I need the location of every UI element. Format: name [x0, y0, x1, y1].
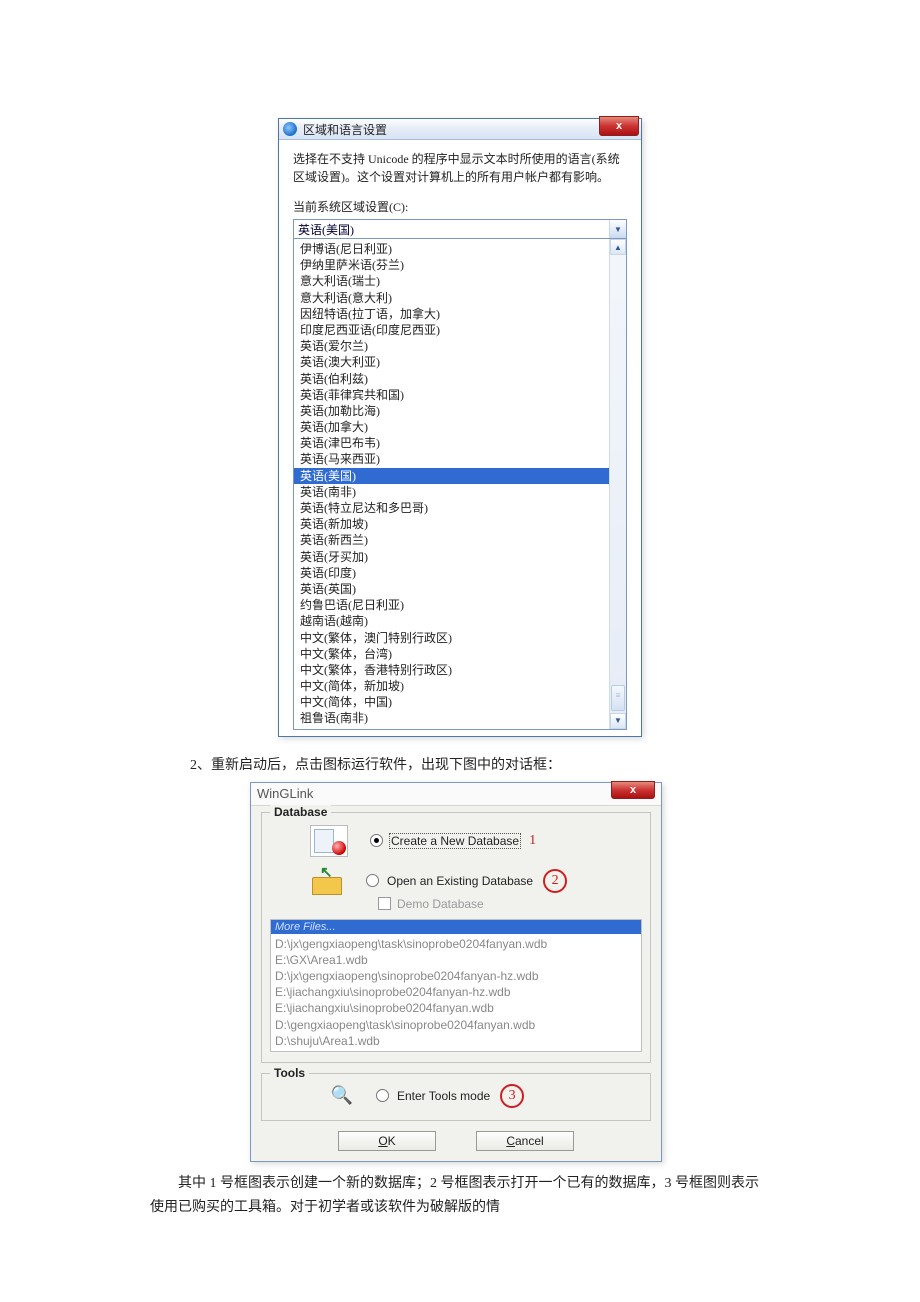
locale-option[interactable]: 英语(澳大利亚) [294, 354, 609, 370]
locale-option[interactable]: 越南语(越南) [294, 613, 609, 629]
open-db-radio[interactable]: Open an Existing Database [366, 873, 535, 889]
winglink-dialog: WinGLink x Database Create a New Databas… [250, 782, 662, 1162]
radio-icon [370, 834, 383, 847]
locale-combobox[interactable]: 英语(美国) ▼ [293, 219, 627, 239]
locale-option[interactable]: 伊纳里萨米语(芬兰) [294, 257, 609, 273]
winglink-titlebar: WinGLink x [251, 783, 661, 806]
open-db-icon [310, 867, 344, 895]
tools-row: 🔍 Enter Tools mode 3 [330, 1084, 642, 1108]
recent-files-header[interactable]: More Files... [271, 920, 641, 934]
locale-option[interactable]: 印度尼西亚语(印度尼西亚) [294, 322, 609, 338]
database-legend: Database [270, 805, 331, 819]
locale-option[interactable]: 英语(英国) [294, 581, 609, 597]
recent-file-item[interactable]: E:\jiachangxiu\sinoprobe0204fanyan.wdb [275, 1000, 637, 1016]
locale-option[interactable]: 中文(简体，新加坡) [294, 678, 609, 694]
locale-option[interactable]: 意大利语(意大利) [294, 290, 609, 306]
radio-icon [376, 1089, 389, 1102]
dialog-title: 区域和语言设置 [303, 121, 387, 138]
create-db-row: Create a New Database 1 [310, 825, 642, 857]
recent-file-item[interactable]: D:\shuju\Area1.wdb [275, 1033, 637, 1049]
locale-option[interactable]: 英语(爱尔兰) [294, 338, 609, 354]
locale-option[interactable]: 中文(繁体，澳门特别行政区) [294, 630, 609, 646]
recent-files-box: More Files... D:\jx\gengxiaopeng\task\si… [270, 919, 642, 1052]
locale-option-list[interactable]: 伊博语(尼日利亚)伊纳里萨米语(芬兰)意大利语(瑞士)意大利语(意大利)因纽特语… [294, 239, 609, 729]
create-db-radio[interactable]: Create a New Database [370, 833, 521, 849]
callout-3: 3 [500, 1084, 524, 1108]
recent-file-item[interactable]: D:\jx\gengxiaopeng\task\sinoprobe0204fan… [275, 936, 637, 952]
locale-option[interactable]: 中文(繁体，香港特别行政区) [294, 662, 609, 678]
explanation-paragraph: 其中 1 号框图表示创建一个新的数据库；2 号框图表示打开一个已有的数据库，3 … [150, 1172, 770, 1220]
instruction-step-2: 2、重新启动后，点击图标运行软件，出现下图中的对话框： [190, 755, 750, 776]
recent-file-item[interactable]: E:\jiachangxiu\sinoprobe0204fanyan-hz.wd… [275, 984, 637, 1000]
locale-option[interactable]: 约鲁巴语(尼日利亚) [294, 597, 609, 613]
tools-group: Tools 🔍 Enter Tools mode 3 [261, 1073, 651, 1121]
globe-icon [283, 122, 297, 136]
scroll-up-icon[interactable]: ▲ [610, 239, 626, 255]
winglink-body: Database Create a New Database 1 Open an… [251, 806, 661, 1161]
locale-option[interactable]: 英语(印度) [294, 565, 609, 581]
locale-option[interactable]: 英语(新西兰) [294, 532, 609, 548]
dropdown-scrollbar[interactable]: ▲ ▼ [609, 239, 626, 729]
scroll-down-icon[interactable]: ▼ [610, 713, 626, 729]
callout-2: 2 [543, 869, 567, 893]
scroll-thumb[interactable] [611, 685, 625, 711]
locale-option[interactable]: 英语(特立尼达和多巴哥) [294, 500, 609, 516]
callout-1: 1 [529, 833, 536, 849]
locale-dropdown: 伊博语(尼日利亚)伊纳里萨米语(芬兰)意大利语(瑞士)意大利语(意大利)因纽特语… [293, 239, 627, 730]
region-language-dialog: 区域和语言设置 x 选择在不支持 Unicode 的程序中显示文本时所使用的语言… [278, 118, 642, 737]
cancel-button[interactable]: Cancel [476, 1131, 574, 1151]
open-db-label: Open an Existing Database [385, 873, 535, 889]
demo-label: Demo Database [397, 897, 484, 911]
dialog-button-row: OK Cancel [261, 1131, 651, 1151]
locale-option[interactable]: 英语(新加坡) [294, 516, 609, 532]
database-group: Database Create a New Database 1 Open an… [261, 812, 651, 1063]
locale-option[interactable]: 英语(津巴布韦) [294, 435, 609, 451]
locale-option[interactable]: 祖鲁语(南非) [294, 710, 609, 726]
chevron-down-icon[interactable]: ▼ [609, 220, 626, 238]
dialog-body: 选择在不支持 Unicode 的程序中显示文本时所使用的语言(系统区域设置)。这… [279, 140, 641, 736]
radio-icon [366, 874, 379, 887]
demo-checkbox[interactable] [378, 897, 391, 910]
close-button[interactable]: x [611, 781, 655, 799]
locale-option[interactable]: 英语(伯利兹) [294, 371, 609, 387]
recent-file-item[interactable]: E:\GX\Area1.wdb [275, 952, 637, 968]
dialog-description: 选择在不支持 Unicode 的程序中显示文本时所使用的语言(系统区域设置)。这… [293, 150, 627, 186]
locale-option[interactable]: 伊博语(尼日利亚) [294, 241, 609, 257]
create-db-label: Create a New Database [389, 833, 521, 849]
open-db-row: Open an Existing Database 2 [310, 867, 642, 895]
locale-option[interactable]: 英语(加拿大) [294, 419, 609, 435]
ok-button[interactable]: OK [338, 1131, 436, 1151]
locale-option[interactable]: 英语(南非) [294, 484, 609, 500]
locale-option[interactable]: 意大利语(瑞士) [294, 273, 609, 289]
locale-option[interactable]: 英语(菲律宾共和国) [294, 387, 609, 403]
page: 区域和语言设置 x 选择在不支持 Unicode 的程序中显示文本时所使用的语言… [0, 0, 920, 1302]
locale-option[interactable]: 英语(美国) [294, 468, 609, 484]
tools-legend: Tools [270, 1066, 309, 1080]
locale-option[interactable]: 英语(牙买加) [294, 549, 609, 565]
tools-radio[interactable]: Enter Tools mode [376, 1088, 492, 1104]
locale-option[interactable]: 中文(繁体，台湾) [294, 646, 609, 662]
dialog-titlebar: 区域和语言设置 x [279, 119, 641, 140]
winglink-title: WinGLink [257, 786, 313, 801]
recent-file-item[interactable]: D:\gengxiaopeng\task\sinoprobe0204fanyan… [275, 1017, 637, 1033]
recent-files-list[interactable]: D:\jx\gengxiaopeng\task\sinoprobe0204fan… [271, 934, 641, 1051]
magnifier-icon: 🔍 [330, 1084, 354, 1108]
locale-option[interactable]: 中文(简体，中国) [294, 694, 609, 710]
locale-label: 当前系统区域设置(C): [293, 198, 627, 215]
recent-file-item[interactable]: D:\jx\gengxiaopeng\sinoprobe0204fanyan-h… [275, 968, 637, 984]
locale-selected: 英语(美国) [298, 221, 354, 238]
locale-option[interactable]: 英语(加勒比海) [294, 403, 609, 419]
locale-option[interactable]: 英语(马来西亚) [294, 451, 609, 467]
demo-db-row: Demo Database [378, 897, 642, 911]
new-db-icon [310, 825, 348, 857]
locale-option[interactable]: 因纽特语(拉丁语，加拿大) [294, 306, 609, 322]
tools-label: Enter Tools mode [395, 1088, 492, 1104]
close-button[interactable]: x [599, 116, 639, 136]
